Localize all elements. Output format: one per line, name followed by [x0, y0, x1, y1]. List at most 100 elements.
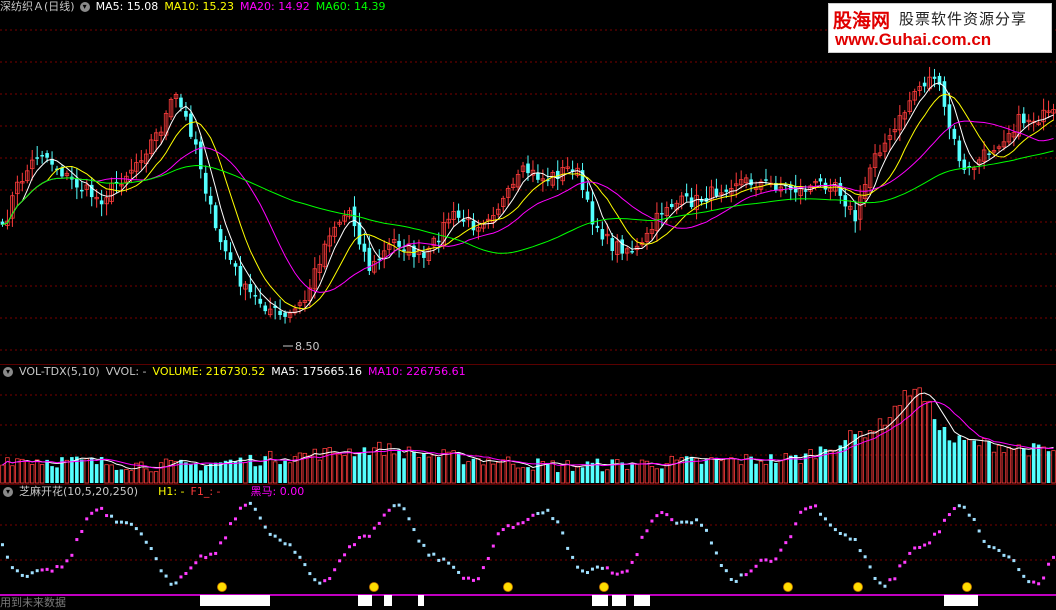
- volume-bar-up: [575, 465, 580, 484]
- indicator-dot: [184, 571, 188, 575]
- volume-bar-down: [94, 464, 99, 483]
- indicator-dot: [819, 512, 823, 516]
- volume-bar-up: [734, 458, 739, 484]
- candlestick-chart[interactable]: [0, 0, 1056, 364]
- indicator-dot: [258, 516, 262, 520]
- volume-bar-down: [937, 430, 942, 483]
- candle-body-down: [669, 203, 674, 208]
- indicator-dot: [759, 558, 763, 562]
- candle-body-down: [228, 252, 233, 260]
- volume-bar-down: [769, 454, 773, 483]
- indicator-dot: [749, 569, 753, 573]
- indicator-pane[interactable]: ▾ 芝麻开花(10,5,20,250) H1: - F1_: - 黑马: 0.00: [0, 485, 1056, 606]
- candle-body-down: [233, 263, 238, 267]
- signal-block: [384, 595, 392, 606]
- indicator-dot: [521, 521, 525, 525]
- ma60-readout: MA60: 14.39: [315, 0, 386, 13]
- indicator-dot: [154, 557, 158, 561]
- volume-bar-up: [892, 405, 898, 484]
- indicator-dot: [298, 555, 302, 559]
- volume-bar-up: [1051, 450, 1056, 484]
- volume-bar-down: [114, 469, 119, 483]
- indicator-dot: [372, 526, 376, 530]
- vol-ma5-readout: MA5: 175665.16: [271, 365, 362, 378]
- indicator-dot: [95, 508, 99, 512]
- volume-bar-down: [357, 452, 362, 483]
- indicator-dot: [670, 518, 674, 522]
- indicator-dot: [243, 503, 247, 507]
- indicator-dot: [105, 514, 109, 518]
- ma20-line: [2, 120, 1054, 293]
- indicator-dot: [149, 547, 153, 551]
- volume-bar-down: [367, 455, 372, 483]
- volume-bar-down: [179, 459, 183, 483]
- price-pane[interactable]: 深纺织Ａ(日线) ▾ MA5: 15.08 MA10: 15.23 MA20: 14.9…: [0, 0, 1056, 364]
- volume-bar-up: [669, 455, 674, 484]
- volume-bar-down: [1036, 444, 1041, 483]
- volume-bar-up: [20, 458, 25, 484]
- candle-body-down: [198, 141, 203, 170]
- signal-dot: [503, 582, 513, 592]
- volume-bar-up: [857, 431, 863, 484]
- dropdown-circle-icon[interactable]: ▾: [3, 367, 13, 377]
- indicator-dot: [1022, 574, 1026, 578]
- indicator-dot: [442, 557, 446, 561]
- price-header: 深纺织Ａ(日线) ▾ MA5: 15.08 MA10: 15.23 MA20: 14.9…: [0, 0, 391, 14]
- volume-bar-up: [446, 451, 451, 484]
- volume-bar-up: [520, 467, 526, 484]
- volume-pane[interactable]: ▾ VOL-TDX(5,10) VVOL: - VOLUME: 216730.52 MA…: [0, 365, 1056, 484]
- watermark-slogan: 股票软件资源分享: [899, 10, 1028, 28]
- volume-bar-down: [283, 460, 287, 483]
- indicator-dot: [814, 504, 818, 508]
- indicator-dot: [566, 546, 570, 550]
- candle-body-down: [35, 157, 39, 159]
- volume-bar-down: [932, 419, 937, 483]
- dropdown-circle-icon[interactable]: ▾: [3, 487, 13, 497]
- volume-chart[interactable]: [0, 365, 1056, 484]
- indicator-dot: [308, 572, 312, 576]
- indicator-dot: [734, 579, 738, 583]
- volume-bar-up: [124, 469, 129, 484]
- indicator-dot: [392, 504, 396, 508]
- indicator-dot: [779, 548, 783, 552]
- volume-bar-down: [595, 458, 600, 483]
- candle-body-down: [397, 240, 401, 247]
- volume-bar-up: [530, 469, 536, 484]
- indicator-dot: [967, 513, 971, 517]
- indicator-dot: [680, 520, 684, 524]
- indicator-dot: [174, 581, 178, 585]
- volume-bar-up: [431, 454, 437, 484]
- volume-bar-down: [119, 469, 124, 483]
- indicator-dot: [164, 574, 168, 578]
- indicator-chart[interactable]: [0, 485, 1056, 606]
- indicator-dot: [576, 565, 580, 569]
- volume-bar-up: [783, 453, 789, 484]
- volume-bar-down: [208, 463, 213, 483]
- indicator-dot: [199, 554, 203, 558]
- volume-bar-up: [486, 458, 491, 484]
- volume-bar-down: [198, 470, 203, 483]
- volume-bar-up: [1026, 455, 1031, 484]
- indicator-dot: [709, 541, 713, 545]
- signal-block: [418, 595, 424, 606]
- indicator-dot: [501, 528, 505, 532]
- candle-body-down: [218, 229, 223, 243]
- dropdown-circle-icon[interactable]: ▾: [79, 2, 90, 12]
- candle-body-down: [263, 305, 268, 312]
- volume-bar-up: [848, 430, 853, 484]
- indicator-dot: [690, 521, 694, 525]
- indicator-dot: [947, 513, 951, 517]
- volume-bar-up: [337, 453, 342, 484]
- indicator-dot: [937, 530, 941, 534]
- indicator-dot: [739, 573, 743, 577]
- indicator-dot: [491, 544, 495, 548]
- candle-body-down: [471, 220, 476, 231]
- indicator-dot: [45, 567, 49, 571]
- volume-bar-up: [778, 460, 784, 484]
- indicator-dot: [5, 555, 9, 559]
- candle-body-down: [253, 295, 258, 297]
- volume-bar-up: [39, 464, 45, 484]
- indicator-dot: [382, 513, 386, 517]
- volume-bar-up: [877, 418, 883, 484]
- indicator-dot: [729, 578, 733, 582]
